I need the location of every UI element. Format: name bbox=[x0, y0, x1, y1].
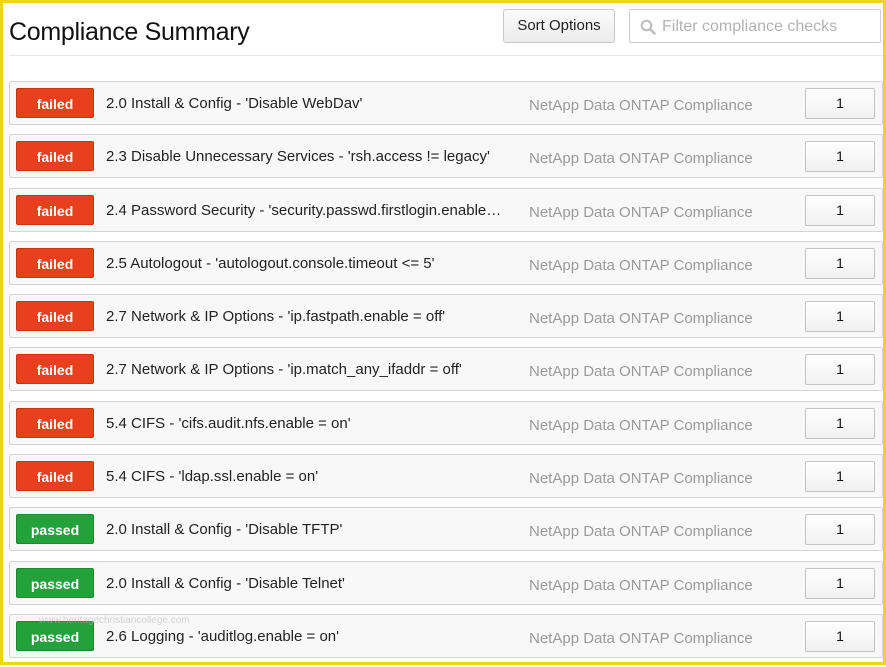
check-row[interactable]: failed 2.7 Network & IP Options - 'ip.mat… bbox=[9, 347, 883, 392]
check-source: NetApp Data ONTAP Compliance bbox=[529, 416, 753, 434]
check-name[interactable]: 2.5 Autologout - 'autologout.console.tim… bbox=[106, 255, 504, 272]
check-source: NetApp Data ONTAP Compliance bbox=[529, 470, 753, 488]
filter-input[interactable] bbox=[660, 14, 878, 40]
check-row[interactable]: passed 2.0 Install & Config - 'Disable Te… bbox=[9, 560, 883, 605]
count-button[interactable]: 1 bbox=[805, 194, 875, 226]
header: Compliance Summary Sort Options bbox=[3, 3, 883, 59]
count-button[interactable]: 1 bbox=[805, 567, 875, 599]
check-name[interactable]: 2.0 Install & Config - 'Disable WebDav' bbox=[106, 95, 504, 112]
check-name[interactable]: 2.3 Disable Unnecessary Services - 'rsh.… bbox=[106, 148, 504, 165]
check-row[interactable]: failed 2.5 Autologout - 'autologout.conso… bbox=[9, 240, 883, 285]
check-source: NetApp Data ONTAP Compliance bbox=[529, 150, 753, 168]
check-name[interactable]: 2.7 Network & IP Options - 'ip.match_any… bbox=[106, 361, 504, 378]
status-badge[interactable]: failed bbox=[16, 301, 94, 332]
status-badge[interactable]: failed bbox=[16, 88, 94, 118]
check-name[interactable]: 2.0 Install & Config - 'Disable Telnet' bbox=[106, 575, 504, 592]
check-name[interactable]: 2.0 Install & Config - 'Disable TFTP' bbox=[106, 521, 504, 538]
status-badge[interactable]: passed bbox=[16, 567, 94, 598]
check-source: NetApp Data ONTAP Compliance bbox=[529, 523, 753, 541]
check-row[interactable]: failed 2.7 Network & IP Options - 'ip.fas… bbox=[9, 294, 883, 339]
status-badge[interactable]: failed bbox=[16, 194, 94, 225]
count-button[interactable]: 1 bbox=[805, 461, 875, 493]
check-row[interactable]: failed 5.4 CIFS - 'cifs.audit.nfs.enable … bbox=[9, 400, 883, 445]
check-source: NetApp Data ONTAP Compliance bbox=[529, 576, 753, 594]
status-badge[interactable]: passed bbox=[16, 514, 94, 545]
sort-options-button[interactable]: Sort Options bbox=[503, 9, 615, 43]
check-name[interactable]: 5.4 CIFS - 'cifs.audit.nfs.enable = on' bbox=[106, 415, 504, 432]
status-badge[interactable]: failed bbox=[16, 407, 94, 438]
check-name[interactable]: 5.4 CIFS - 'ldap.ssl.enable = on' bbox=[106, 468, 504, 485]
count-button[interactable]: 1 bbox=[805, 620, 875, 652]
status-badge[interactable]: failed bbox=[16, 247, 94, 278]
check-name[interactable]: 2.7 Network & IP Options - 'ip.fastpath.… bbox=[106, 308, 504, 325]
check-source: NetApp Data ONTAP Compliance bbox=[529, 363, 753, 381]
check-source: NetApp Data ONTAP Compliance bbox=[529, 310, 753, 328]
count-button[interactable]: 1 bbox=[805, 514, 875, 546]
search-icon bbox=[640, 19, 656, 35]
check-source: NetApp Data ONTAP Compliance bbox=[529, 629, 753, 647]
check-name[interactable]: 2.4 Password Security - 'security.passwd… bbox=[106, 202, 504, 219]
check-source: NetApp Data ONTAP Compliance bbox=[529, 97, 753, 114]
status-badge[interactable]: failed bbox=[16, 354, 94, 385]
check-source: NetApp Data ONTAP Compliance bbox=[529, 256, 753, 274]
check-row[interactable]: failed 2.0 Install & Config - 'Disable We… bbox=[9, 81, 883, 125]
status-badge[interactable]: failed bbox=[16, 461, 94, 492]
count-button[interactable]: 1 bbox=[805, 141, 875, 173]
count-button[interactable]: 1 bbox=[805, 407, 875, 439]
status-badge[interactable]: failed bbox=[16, 141, 94, 172]
watermark: www.heritagechristiancollege.com bbox=[39, 615, 190, 626]
check-row[interactable]: failed 2.4 Password Security - 'security.… bbox=[9, 187, 883, 232]
check-source: NetApp Data ONTAP Compliance bbox=[529, 203, 753, 221]
count-button[interactable]: 1 bbox=[805, 301, 875, 333]
check-row[interactable]: passed 2.0 Install & Config - 'Disable TF… bbox=[9, 507, 883, 552]
check-row[interactable]: failed 5.4 CIFS - 'ldap.ssl.enable = on' N… bbox=[9, 454, 883, 499]
count-button[interactable]: 1 bbox=[805, 247, 875, 279]
header-divider bbox=[9, 55, 883, 56]
page-title: Compliance Summary bbox=[9, 18, 250, 46]
compliance-check-list: failed 2.0 Install & Config - 'Disable We… bbox=[9, 81, 883, 667]
check-name[interactable]: 2.6 Logging - 'auditlog.enable = on' bbox=[106, 628, 504, 645]
count-button[interactable]: 1 bbox=[805, 354, 875, 386]
filter-field[interactable] bbox=[629, 9, 881, 43]
check-row[interactable]: failed 2.3 Disable Unnecessary Services -… bbox=[9, 134, 883, 179]
count-button[interactable]: 1 bbox=[805, 88, 875, 119]
